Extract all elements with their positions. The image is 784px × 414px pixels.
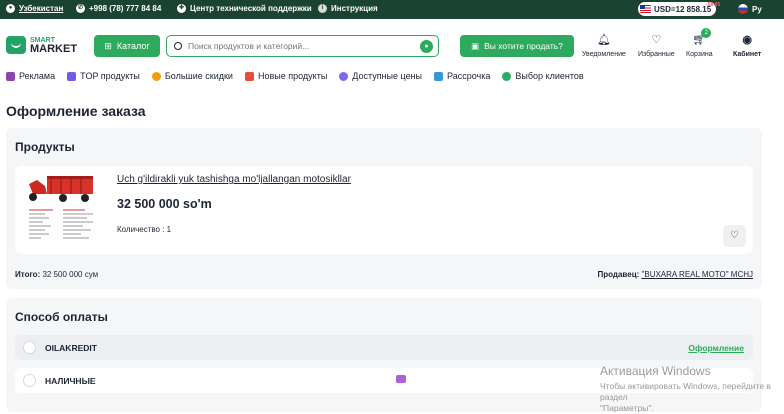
sell-button[interactable]: ▣ Вы хотите продать? bbox=[460, 35, 574, 57]
guide-link[interactable]: i Инструкция bbox=[318, 4, 378, 13]
choice-icon bbox=[502, 71, 512, 81]
price-icon bbox=[339, 71, 349, 81]
category-label: Доступные цены bbox=[352, 71, 423, 81]
location-label[interactable]: Узбекистан bbox=[19, 4, 63, 13]
product-item: Uch g'ildirakli yuk tashishga mo'ljallan… bbox=[15, 166, 753, 254]
phone-link[interactable]: ✆ +998 (78) 777 84 84 bbox=[76, 4, 161, 13]
trophy-icon bbox=[67, 71, 77, 81]
grid-icon: ⊞ bbox=[104, 40, 112, 51]
category-choice[interactable]: Выбор клиентов bbox=[502, 71, 584, 81]
watermark-text-2: "Параметры". bbox=[600, 403, 654, 413]
phone-label[interactable]: +998 (78) 777 84 84 bbox=[89, 4, 161, 13]
top-bar: ● Узбекистан ✆ +998 (78) 777 84 84 ✚ Цен… bbox=[0, 0, 784, 19]
nav-label: Кабинет bbox=[733, 51, 762, 58]
cart-count-badge: 2 bbox=[701, 28, 712, 38]
payment-radio[interactable] bbox=[23, 341, 36, 354]
discount-icon bbox=[151, 71, 161, 81]
search-bar: ● bbox=[166, 35, 439, 57]
guide-icon: i bbox=[318, 4, 327, 13]
category-label: Выбор клиентов bbox=[515, 71, 584, 81]
catalog-button[interactable]: ⊞ Каталог bbox=[94, 35, 160, 57]
page-title: Оформление заказа bbox=[6, 103, 146, 119]
guide-label[interactable]: Инструкция bbox=[331, 4, 378, 13]
phone-icon: ✆ bbox=[76, 4, 85, 13]
payment-option-label: НАЛИЧНЫЕ bbox=[45, 375, 96, 386]
user-icon: ◉ bbox=[742, 34, 752, 46]
favorite-button[interactable]: ♡ bbox=[723, 225, 746, 247]
support-icon: ✚ bbox=[177, 4, 186, 13]
heart-icon: ♡ bbox=[730, 230, 739, 241]
category-ads[interactable]: Реклама bbox=[6, 71, 55, 81]
search-icon bbox=[174, 42, 182, 50]
nav-label: Избранные bbox=[638, 51, 675, 58]
product-quantity: Количество : 1 bbox=[117, 225, 172, 234]
catalog-label: Каталог bbox=[116, 41, 150, 51]
windows-activation-watermark: Активация Windows Чтобы активировать Win… bbox=[600, 364, 784, 414]
seller-info: Продавец: "BUXARA REAL MOTO" MCHJ bbox=[597, 270, 753, 279]
apply-link[interactable]: Оформление bbox=[688, 343, 744, 353]
seller-link[interactable]: "BUXARA REAL MOTO" MCHJ bbox=[642, 270, 753, 279]
category-top[interactable]: TOP продукты bbox=[67, 71, 140, 81]
support-label[interactable]: Центр технической поддержки bbox=[190, 4, 312, 13]
category-label: Большие скидки bbox=[164, 71, 233, 81]
total-value: 32 500 000 сум bbox=[42, 270, 99, 279]
language-label: Ру bbox=[752, 4, 762, 14]
nav-label: Корзина bbox=[686, 51, 713, 58]
watermark-text: Чтобы активировать Windows, перейдите в … bbox=[600, 381, 771, 402]
nav-notifications[interactable]: 🔔︎ Уведомление bbox=[582, 33, 626, 58]
total-label: Итого: bbox=[15, 270, 41, 279]
category-label: Рассрочка bbox=[447, 71, 491, 81]
category-installment[interactable]: Рассрочка bbox=[434, 71, 490, 81]
map-pin-icon: ● bbox=[6, 4, 15, 13]
installment-icon bbox=[434, 71, 444, 81]
logo[interactable]: SMART MARKET bbox=[6, 36, 78, 55]
category-label: Новые продукты bbox=[257, 71, 328, 81]
payment-option-oilakredit[interactable]: OILAKREDIT Оформление bbox=[15, 335, 753, 360]
products-section: Продукты Uch g'ildirakli yuk tashishga m… bbox=[6, 128, 762, 289]
product-name-link[interactable]: Uch g'ildirakli yuk tashishga mo'ljallan… bbox=[117, 174, 351, 185]
category-new[interactable]: Новые продукты bbox=[244, 71, 328, 81]
language-selector[interactable]: Ру bbox=[738, 4, 762, 14]
currency-rate[interactable]: USD=12 858.15 bbox=[638, 2, 717, 16]
seller-label: Продавец: bbox=[597, 270, 640, 279]
nav-favorites[interactable]: ♡ Избранные bbox=[638, 33, 675, 58]
nav-cabinet[interactable]: ◉ Кабинет bbox=[733, 33, 761, 58]
logo-text-bottom: MARKET bbox=[30, 43, 78, 55]
product-price: 32 500 000 so'm bbox=[117, 197, 212, 211]
product-image[interactable] bbox=[23, 170, 98, 250]
bell-icon: 🔔︎ bbox=[596, 34, 611, 46]
logo-icon bbox=[6, 36, 26, 54]
new-icon bbox=[244, 71, 254, 81]
order-total: Итого: 32 500 000 сум bbox=[15, 270, 98, 279]
products-title: Продукты bbox=[15, 140, 75, 154]
ads-icon bbox=[6, 71, 15, 81]
currency-label: USD=12 858.15 bbox=[654, 4, 712, 14]
us-flag-icon bbox=[640, 5, 651, 13]
payment-title: Способ оплаты bbox=[15, 310, 108, 324]
support-link[interactable]: ✚ Центр технической поддержки bbox=[177, 4, 312, 13]
category-label: Реклама bbox=[19, 71, 56, 81]
category-affordable[interactable]: Доступные цены bbox=[339, 71, 422, 81]
ru-flag-icon bbox=[738, 4, 748, 14]
bag-icon: ▣ bbox=[471, 40, 480, 51]
sell-label: Вы хотите продать? bbox=[484, 41, 563, 51]
payment-option-label: OILAKREDIT bbox=[45, 342, 97, 353]
microphone-icon[interactable]: ● bbox=[420, 40, 433, 53]
currency-delta: -58.95 bbox=[706, 2, 721, 8]
watermark-title: Активация Windows bbox=[600, 364, 711, 378]
cash-icon bbox=[396, 375, 406, 383]
location-selector[interactable]: ● Узбекистан bbox=[6, 4, 63, 13]
category-label: TOP продукты bbox=[80, 71, 140, 81]
category-discounts[interactable]: Большие скидки bbox=[151, 71, 233, 81]
search-input[interactable] bbox=[188, 41, 408, 51]
category-nav: Реклама TOP продукты Большие скидки Новы… bbox=[6, 71, 584, 81]
payment-radio[interactable] bbox=[23, 374, 36, 387]
cart-icon: 🛒︎ 2 bbox=[692, 28, 712, 47]
nav-cart[interactable]: 🛒︎ 2 Корзина bbox=[686, 28, 713, 58]
nav-label: Уведомление bbox=[582, 51, 626, 58]
heart-icon: ♡ bbox=[651, 34, 662, 46]
